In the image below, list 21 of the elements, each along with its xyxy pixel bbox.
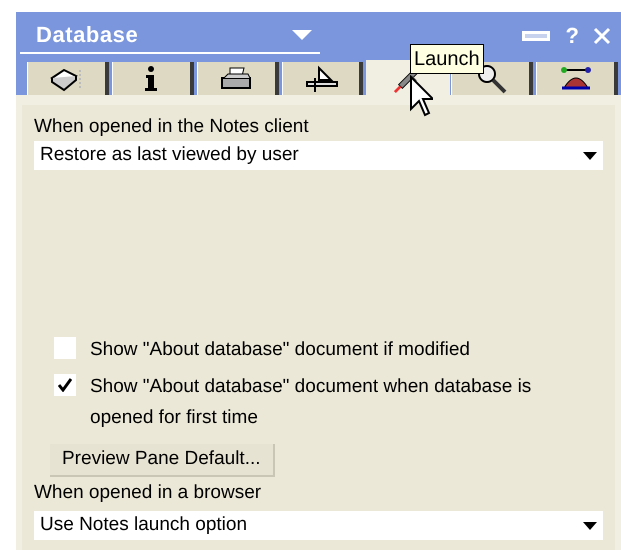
dropdown-field[interactable]: Restore as last viewed by user — [34, 141, 603, 170]
mouse-pointer-icon — [409, 75, 433, 119]
preview-pane-default-button[interactable]: Preview Pane Default... — [50, 444, 275, 477]
tab[interactable] — [536, 62, 618, 95]
close-icon[interactable] — [593, 27, 611, 45]
window-title: Database — [36, 21, 138, 49]
field-label: When opened in a browser — [34, 481, 262, 505]
field-label: When opened in the Notes client — [34, 115, 310, 139]
ruler-icon — [303, 64, 339, 94]
tooltip: Launch — [410, 44, 484, 74]
tab[interactable] — [112, 62, 194, 95]
tab[interactable] — [196, 62, 279, 95]
tab[interactable] — [282, 62, 364, 95]
checkbox[interactable] — [54, 337, 76, 359]
checkbox-label: Show "About database" document when database is opened for first time — [90, 375, 532, 430]
dropdown-field[interactable]: Use Notes launch option — [34, 511, 603, 540]
dropdown-arrow-icon[interactable] — [583, 152, 597, 160]
tab[interactable] — [27, 62, 109, 95]
checkbox[interactable] — [54, 374, 76, 396]
checkbox-label: Show "About database" document if modified — [90, 338, 471, 362]
dropdown-arrow-icon[interactable] — [583, 522, 597, 530]
